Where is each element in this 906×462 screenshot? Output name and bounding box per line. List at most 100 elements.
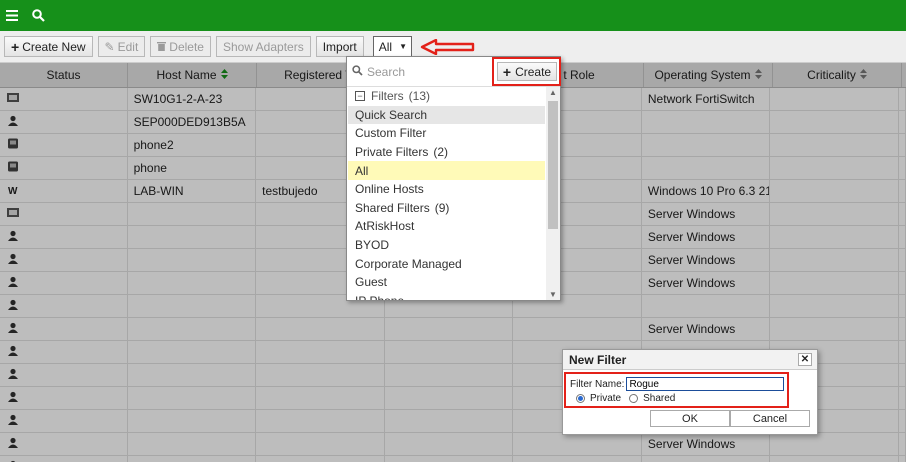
table-cell [642, 456, 771, 462]
windows-icon: W [6, 184, 20, 198]
table-cell [513, 456, 642, 462]
create-new-button[interactable]: + Create New [4, 36, 93, 57]
table-cell [128, 226, 257, 248]
filter-item-label: Custom Filter [355, 126, 427, 141]
table-cell [770, 88, 900, 110]
filter-item[interactable]: IP Phone [348, 292, 545, 300]
dialog-title-bar: New Filter ✕ [563, 350, 817, 370]
delete-button[interactable]: Delete [150, 36, 211, 57]
filter-name-input[interactable] [626, 377, 785, 391]
col-os-label: Operating System [654, 68, 751, 82]
filter-item[interactable]: Quick Search [348, 105, 545, 125]
table-cell [770, 180, 900, 202]
col-criticality-label: Criticality [807, 68, 856, 82]
delete-label: Delete [169, 39, 204, 54]
hamburger-menu-icon[interactable] [6, 10, 18, 21]
filter-item-label: BYOD [355, 238, 390, 253]
private-radio[interactable] [576, 393, 585, 403]
cell-text: phone [133, 161, 167, 175]
shared-radio[interactable] [629, 393, 639, 403]
show-adapters-label: Show Adapters [222, 39, 304, 54]
filter-item[interactable]: All [348, 161, 545, 180]
scroll-up-icon[interactable]: ▲ [549, 88, 557, 97]
filter-select[interactable]: All ▼ [372, 36, 412, 57]
top-bar [0, 0, 906, 31]
filter-dropdown-top: Search + Create [347, 57, 560, 87]
collapse-icon[interactable]: − [355, 91, 365, 102]
filter-item-label: Private Filters [355, 145, 429, 160]
col-status[interactable]: Status [0, 63, 128, 87]
filter-name-row: Filter Name: [570, 377, 817, 391]
filter-select-value: All [378, 39, 393, 54]
filter-item[interactable]: Shared Filters (9) [348, 199, 545, 218]
table-row[interactable]: Server Windows [0, 318, 906, 341]
filter-item-label: AtRiskHost [355, 219, 415, 234]
filter-item[interactable]: BYOD [348, 236, 545, 255]
filter-search-input[interactable]: Search [352, 65, 492, 79]
table-cell [128, 341, 257, 363]
table-cell [770, 111, 900, 133]
create-filter-button[interactable]: + Create [497, 62, 557, 81]
table-cell: phone2 [128, 134, 257, 156]
trash-icon [157, 40, 167, 54]
ok-button[interactable]: OK [650, 410, 730, 427]
cell-text: SEP000DED913B5A [133, 115, 246, 129]
shared-label: Shared [643, 392, 676, 404]
table-cell [899, 433, 906, 455]
table-cell [0, 226, 128, 248]
edit-button[interactable]: ✎ Edit [97, 36, 146, 57]
user-icon [6, 230, 20, 244]
filter-item[interactable]: Online Hosts [348, 180, 545, 199]
col-host-name[interactable]: Host Name [128, 63, 257, 87]
table-cell [256, 433, 385, 455]
cancel-button[interactable]: Cancel [730, 410, 810, 427]
table-cell [899, 180, 906, 202]
filter-group-header[interactable]: − Filters (13) [348, 87, 545, 106]
table-cell [770, 272, 900, 294]
table-cell [0, 157, 128, 179]
table-cell [770, 318, 900, 340]
table-cell [256, 387, 385, 409]
cell-text: Server Windows [647, 253, 736, 267]
filter-item-count: (9) [434, 200, 450, 215]
filter-item[interactable]: Custom Filter [348, 124, 545, 143]
cell-text: Server Windows [647, 322, 736, 336]
table-cell [128, 433, 257, 455]
table-cell [0, 410, 128, 432]
table-row[interactable]: Server Windows [0, 433, 906, 456]
user-icon [6, 391, 20, 405]
table-cell [0, 387, 128, 409]
filter-list-scrollbar[interactable]: ▲ ▼ [546, 87, 560, 300]
table-cell: Windows 10 Pro 6.3 21... [642, 180, 771, 202]
search-icon[interactable] [32, 9, 45, 22]
sort-active-icon [220, 68, 228, 82]
import-button[interactable]: Import [315, 36, 364, 57]
table-cell [0, 88, 128, 110]
phone-icon [6, 138, 20, 152]
table-cell [770, 295, 900, 317]
filter-item[interactable]: Guest [348, 273, 545, 292]
user-icon [6, 345, 20, 359]
scroll-down-icon[interactable]: ▼ [549, 290, 557, 299]
table-row[interactable] [0, 456, 906, 462]
filter-item[interactable]: Private Filters (2) [348, 143, 545, 162]
table-cell [642, 111, 771, 133]
filter-item[interactable]: Corporate Managed [348, 254, 545, 273]
table-cell [899, 318, 906, 340]
table-cell [0, 318, 128, 340]
table-cell [642, 295, 771, 317]
table-cell [899, 341, 906, 363]
cell-text: phone2 [133, 138, 174, 152]
close-icon[interactable]: ✕ [798, 353, 812, 366]
table-cell [513, 318, 642, 340]
table-cell [128, 295, 257, 317]
filter-item-label: IP Phone [355, 294, 404, 300]
scrollbar-thumb[interactable] [548, 101, 558, 229]
table-cell: phone [128, 157, 257, 179]
filter-item[interactable]: AtRiskHost [348, 217, 545, 236]
show-adapters-button[interactable]: Show Adapters [215, 36, 311, 57]
col-operating-system[interactable]: Operating System [644, 63, 773, 87]
annotation-arrow-icon [420, 38, 475, 55]
col-criticality[interactable]: Criticality [773, 63, 902, 87]
filter-item-count: (2) [433, 145, 449, 160]
